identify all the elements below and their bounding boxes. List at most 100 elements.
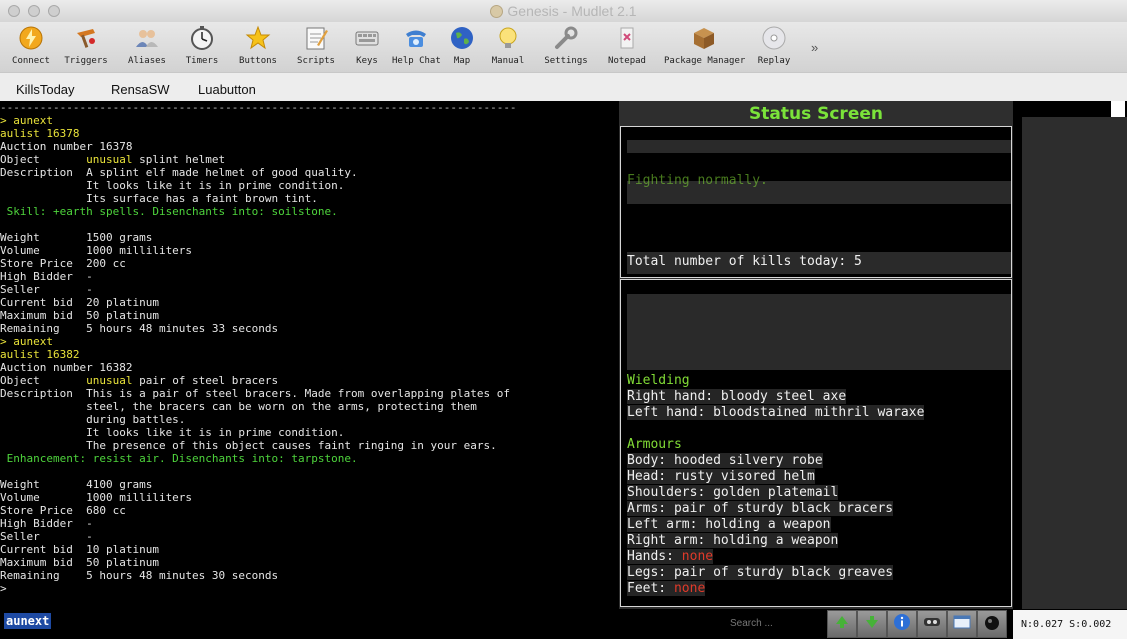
connect-icon [17, 24, 45, 52]
title-bar: Genesis - Mudlet 2.1 [0, 0, 1127, 22]
replay-button[interactable]: Replay [754, 22, 794, 72]
console-line: Current bid 10 platinum [0, 543, 159, 556]
console-line: ----------------------------------------… [0, 101, 517, 114]
toolbar-overflow-button[interactable]: » [811, 40, 818, 55]
console-line: during battles. [0, 413, 186, 426]
console-line: Store Price 200 cc [0, 257, 126, 270]
tab-luabutton[interactable]: Luabutton [198, 82, 256, 97]
map-button[interactable]: Map [446, 22, 478, 72]
globe-icon [448, 24, 476, 52]
tab-rensa-sw[interactable]: RensaSW [111, 82, 170, 97]
package-manager-button[interactable]: Package Manager [664, 22, 745, 72]
console-line: Remaining 5 hours 48 minutes 33 seconds [0, 322, 279, 335]
mask-icon [923, 615, 941, 634]
hands-value: none [681, 549, 714, 564]
body-line: Body: hooded silvery robe [627, 453, 823, 468]
triggers-button[interactable]: Triggers [62, 22, 110, 72]
document-icon [490, 5, 504, 18]
left-hand-line: Left hand: bloodstained mithril waraxe [627, 405, 925, 420]
side-panel [1022, 117, 1127, 609]
console-line: Object unusual splint helmet [0, 153, 226, 166]
console-line: Maximum bid 50 platinum [0, 556, 159, 569]
fighting-status-text: Fighting normally. [627, 173, 768, 188]
search-field[interactable]: Search ... [724, 615, 824, 633]
settings-button[interactable]: Settings [542, 22, 590, 72]
command-input[interactable]: aunext [4, 613, 52, 629]
scripts-icon [302, 24, 330, 52]
arms-line: Arms: pair of sturdy black bracers [627, 501, 894, 516]
hands-line: Hands: none [627, 549, 714, 564]
info-icon [893, 613, 911, 636]
help-chat-button[interactable]: Help Chat [392, 22, 441, 72]
window-title: Genesis - Mudlet 2.1 [0, 3, 1127, 19]
console-line: aulist 16382 [0, 348, 80, 361]
scroll-indicator[interactable] [1111, 101, 1125, 117]
main-toolbar: Connect Triggers Aliases Timers Buttons … [0, 22, 1127, 72]
console-line: Remaining 5 hours 48 minutes 30 seconds [0, 569, 279, 582]
timers-icon [188, 24, 216, 52]
console-line: High Bidder - [0, 517, 93, 530]
console-line: Store Price 680 cc [0, 504, 126, 517]
console-line: Description A splint elf made helmet of … [0, 166, 358, 179]
console-line: Auction number 16378 [0, 140, 133, 153]
status-screen-title: Status Screen [749, 104, 883, 124]
log-button[interactable] [857, 610, 887, 638]
console-line: Auction number 16382 [0, 361, 133, 374]
main-console[interactable]: ----------------------------------------… [0, 101, 619, 609]
keyboard-icon [353, 24, 381, 52]
console-line: Seller - [0, 283, 93, 296]
right-arm-line: Right arm: holding a weapon [627, 533, 839, 548]
record-button[interactable] [977, 610, 1007, 638]
down-arrow-icon [864, 614, 880, 635]
wielding-header: Wielding [627, 373, 690, 388]
connect-button[interactable]: Connect [6, 22, 56, 72]
head-line: Head: rusty visored helm [627, 469, 815, 484]
telephone-icon [402, 24, 430, 52]
console-line: Seller - [0, 530, 93, 543]
emergency-stop-button[interactable] [917, 610, 947, 638]
legs-line: Legs: pair of sturdy black greaves [627, 565, 894, 580]
console-line: Its surface has a faint brown tint. [0, 192, 318, 205]
console-line: Weight 4100 grams [0, 478, 153, 491]
aliases-button[interactable]: Aliases [122, 22, 172, 72]
star-icon [244, 24, 272, 52]
status-screen: Status Screen Fighting normally. Total n… [619, 101, 1013, 609]
console-line: It looks like it is in prime condition. [0, 179, 345, 192]
timers-button[interactable]: Timers [180, 22, 224, 72]
console-line: The presence of this object causes faint… [0, 439, 497, 452]
console-line: It looks like it is in prime condition. [0, 426, 345, 439]
aliases-icon [133, 24, 161, 52]
equipment-box: Wielding Right hand: bloody steel axe Le… [620, 279, 1012, 607]
console-line: Current bid 20 platinum [0, 296, 159, 309]
manual-button[interactable]: Manual [490, 22, 526, 72]
right-panel [1013, 101, 1127, 609]
tab-kills-today[interactable]: KillsToday [16, 82, 75, 97]
scripts-button[interactable]: Scripts [292, 22, 340, 72]
console-line: Volume 1000 milliliters [0, 491, 193, 504]
console-line: Weight 1500 grams [0, 231, 153, 244]
console-line: aulist 16378 [0, 127, 80, 140]
window-icon [953, 614, 971, 635]
triggers-icon [72, 24, 100, 52]
shoulders-line: Shoulders: golden platemail [627, 485, 839, 500]
feet-value: none [673, 581, 706, 596]
item-quality: unusual [86, 153, 133, 166]
kills-today-text: Total number of kills today: 5 [627, 254, 862, 269]
notepad-button[interactable]: Notepad [604, 22, 650, 72]
lightbulb-icon [494, 24, 522, 52]
keys-button[interactable]: Keys [348, 22, 386, 72]
info-button[interactable] [887, 610, 917, 638]
item-quality: unusual [86, 374, 133, 387]
buttons-button[interactable]: Buttons [234, 22, 282, 72]
wrench-icon [552, 24, 580, 52]
button-bar: KillsToday RensaSW Luabutton [0, 72, 1127, 101]
window-title-text: Genesis - Mudlet 2.1 [507, 3, 637, 19]
lock-scroll-button[interactable] [827, 610, 857, 638]
console-line: > [0, 582, 7, 595]
timestamp-button[interactable] [947, 610, 977, 638]
console-line: Enhancement: resist air. Disenchants int… [0, 452, 358, 465]
console-line: Description This is a pair of steel brac… [0, 387, 510, 400]
console-line: Volume 1000 milliliters [0, 244, 193, 257]
